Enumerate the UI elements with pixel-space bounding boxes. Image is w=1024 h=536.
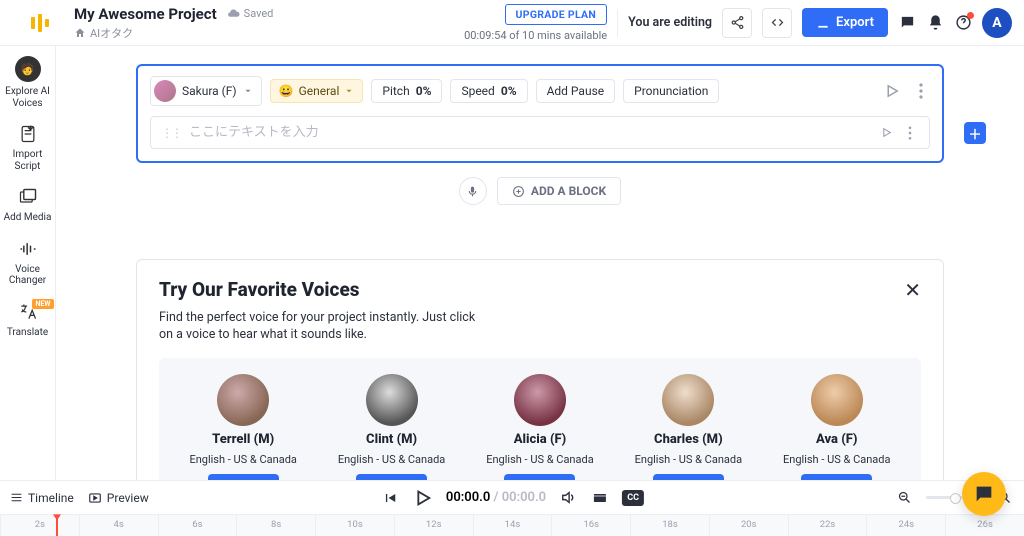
favorite-voices-card: Try Our Favorite Voices ✕ Find the perfe…: [136, 259, 944, 480]
ruler-tick: 4s: [79, 515, 158, 536]
bell-icon[interactable]: [926, 14, 944, 32]
close-icon[interactable]: ✕: [904, 278, 921, 302]
app-logo[interactable]: [12, 10, 68, 36]
pitch-control[interactable]: Pitch0%: [371, 79, 442, 103]
voice-language: English - US & Canada: [783, 453, 890, 466]
script-input[interactable]: [189, 125, 872, 140]
upgrade-plan-button[interactable]: UPGRADE PLAN: [505, 4, 608, 25]
voice-card: Ava (F) English - US & Canada Select: [767, 374, 907, 480]
support-chat-button[interactable]: [962, 472, 1006, 516]
voice-card: Terrell (M) English - US & Canada Select: [173, 374, 313, 480]
ruler-tick: 12s: [394, 515, 473, 536]
ruler-tick: 14s: [473, 515, 552, 536]
style-selector[interactable]: 😀 General: [270, 79, 364, 103]
preview-tab[interactable]: Preview: [88, 491, 149, 505]
chevron-down-icon: [243, 86, 253, 96]
voice-card: Alicia (F) English - US & Canada Select: [470, 374, 610, 480]
sidebar-item-translate[interactable]: NEW Translate: [2, 301, 54, 339]
ruler-tick: 18s: [630, 515, 709, 536]
voice-block: Sakura (F) 😀 General Pitch0% Speed0% Add…: [136, 64, 944, 163]
play-button[interactable]: [412, 487, 434, 509]
speed-control[interactable]: Speed0%: [450, 79, 527, 103]
sidebar-item-label: Explore AI Voices: [2, 86, 54, 109]
voice-language: English - US & Canada: [189, 453, 296, 466]
timeline-tab[interactable]: Timeline: [10, 491, 74, 505]
voice-language: English - US & Canada: [635, 453, 742, 466]
sidebar-item-import-script[interactable]: Import Script: [2, 123, 54, 172]
saved-status: Saved: [227, 7, 274, 20]
ruler-tick: 2s: [0, 515, 79, 536]
line-menu-button[interactable]: [901, 126, 919, 140]
script-input-container: ⋮⋮: [150, 116, 930, 149]
ruler-tick: 20s: [709, 515, 788, 536]
play-block-button[interactable]: [880, 79, 904, 103]
voice-name: Alicia (F): [514, 432, 567, 447]
voice-avatar-icon: 🧑: [15, 56, 41, 82]
favorites-title: Try Our Favorite Voices: [159, 278, 360, 302]
add-adjacent-block-button[interactable]: ＋: [964, 122, 986, 144]
timeline-ruler[interactable]: 2s 4s 6s 8s 10s 12s 14s 16s 18s 20s 22s …: [0, 514, 1024, 536]
voice-avatar[interactable]: [217, 374, 269, 426]
voice-name: Charles (M): [654, 432, 723, 447]
ruler-tick: 8s: [236, 515, 315, 536]
embed-button[interactable]: [762, 8, 792, 38]
sidebar-item-add-media[interactable]: Add Media: [2, 186, 54, 224]
share-button[interactable]: [722, 8, 752, 38]
chevron-down-icon: [344, 86, 354, 96]
emoji-icon: 😀: [279, 84, 294, 98]
skip-back-button[interactable]: [380, 488, 400, 508]
add-pause-button[interactable]: Add Pause: [536, 79, 616, 103]
editing-label: You are editing: [628, 15, 712, 30]
import-icon: [17, 123, 39, 145]
ruler-tick: 26s: [945, 515, 1024, 536]
ruler-tick: 10s: [315, 515, 394, 536]
ruler-tick: 22s: [788, 515, 867, 536]
sidebar-item-label: Import Script: [2, 149, 54, 172]
voice-name: Ava (F): [816, 432, 857, 447]
voice-language: English - US & Canada: [486, 453, 593, 466]
voice-avatar-icon: [154, 80, 176, 102]
pronunciation-button[interactable]: Pronunciation: [623, 79, 719, 103]
voice-selector[interactable]: Sakura (F): [150, 76, 262, 106]
timecode: 00:00.0 / 00:00.0: [446, 490, 546, 505]
playhead[interactable]: [56, 515, 58, 536]
voice-avatar[interactable]: [811, 374, 863, 426]
ruler-tick: 24s: [866, 515, 945, 536]
favorites-subtitle: Find the perfect voice for your project …: [159, 310, 489, 344]
block-menu-button[interactable]: [912, 83, 930, 99]
voice-avatar[interactable]: [662, 374, 714, 426]
user-avatar[interactable]: A: [982, 8, 1012, 38]
voice-card: Clint (M) English - US & Canada Select: [322, 374, 462, 480]
time-available: 00:09:54 of 10 mins available: [464, 29, 607, 42]
voice-changer-icon: [17, 238, 39, 260]
add-block-button[interactable]: ADD A BLOCK: [497, 177, 621, 205]
sidebar-item-label: Voice Changer: [2, 264, 54, 287]
video-button[interactable]: [590, 488, 610, 508]
captions-button[interactable]: CC: [622, 490, 644, 506]
voice-language: English - US & Canada: [338, 453, 445, 466]
voice-name: Terrell (M): [212, 432, 274, 447]
chat-icon[interactable]: [898, 14, 916, 32]
sidebar-item-voice-changer[interactable]: Voice Changer: [2, 238, 54, 287]
drag-handle-icon[interactable]: ⋮⋮: [161, 126, 181, 140]
export-button[interactable]: Export: [802, 8, 888, 37]
voice-card: Charles (M) English - US & Canada Select: [618, 374, 758, 480]
sidebar-item-label: Translate: [7, 327, 48, 339]
new-badge: NEW: [32, 299, 53, 309]
ruler-tick: 6s: [158, 515, 237, 536]
breadcrumb[interactable]: AIオタク: [74, 25, 273, 41]
voice-avatar[interactable]: [514, 374, 566, 426]
help-icon[interactable]: [954, 14, 972, 32]
voice-name: Clint (M): [366, 432, 417, 447]
ruler-tick: 16s: [551, 515, 630, 536]
media-icon: [17, 186, 39, 208]
record-voice-button[interactable]: [459, 177, 487, 205]
sidebar-item-explore-voices[interactable]: 🧑 Explore AI Voices: [2, 56, 54, 109]
zoom-out-button[interactable]: [894, 488, 914, 508]
volume-button[interactable]: [558, 488, 578, 508]
project-title[interactable]: My Awesome Project: [74, 5, 217, 23]
voice-avatar[interactable]: [366, 374, 418, 426]
sidebar-item-label: Add Media: [4, 212, 52, 224]
play-line-button[interactable]: [880, 126, 893, 139]
